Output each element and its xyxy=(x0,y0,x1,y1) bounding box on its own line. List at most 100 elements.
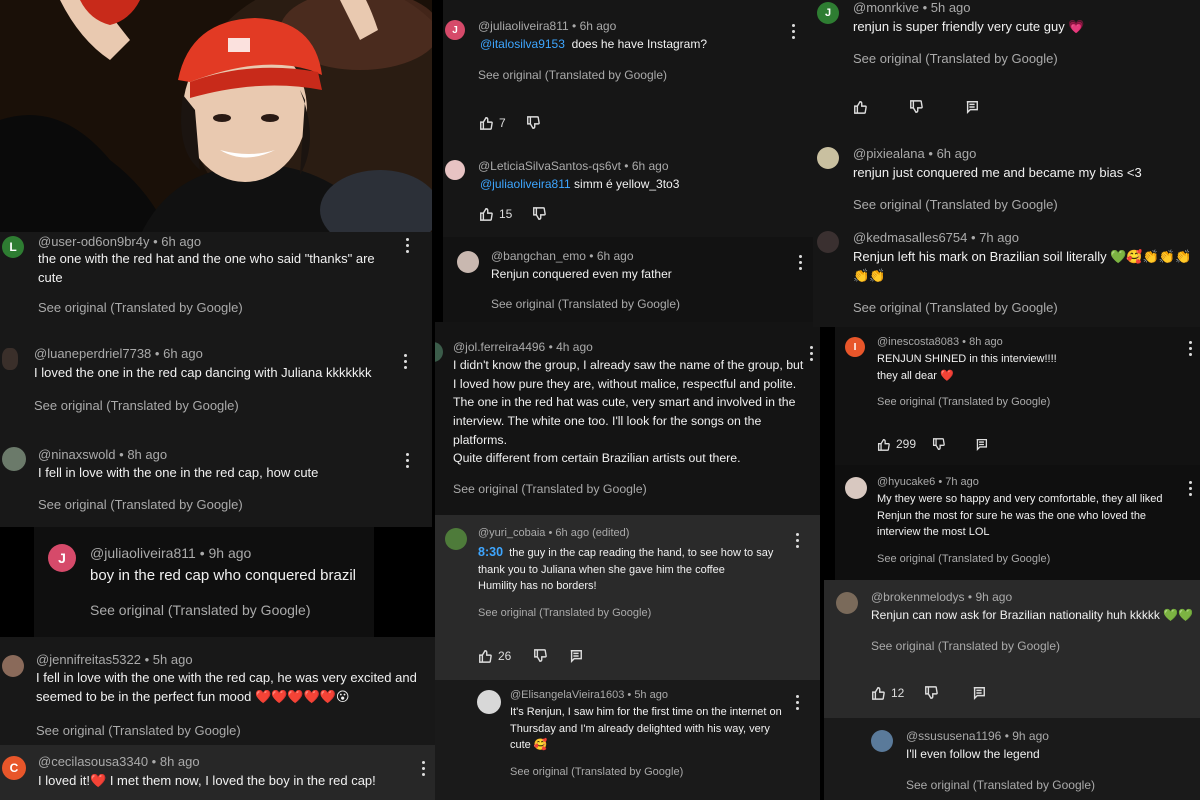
see-original-link[interactable]: See original (Translated by Google) xyxy=(38,497,243,512)
dislike-button[interactable] xyxy=(533,649,548,663)
see-original-link[interactable]: See original (Translated by Google) xyxy=(34,398,239,413)
comment-author[interactable]: @juliaoliveira811 xyxy=(478,19,569,33)
comment-author[interactable]: @luaneperdriel7738 xyxy=(34,346,151,361)
avatar[interactable] xyxy=(871,730,893,752)
avatar[interactable] xyxy=(477,690,501,714)
avatar[interactable]: J xyxy=(817,2,839,24)
see-original-link[interactable]: See original (Translated by Google) xyxy=(877,396,1050,408)
dislike-button[interactable] xyxy=(924,686,939,700)
like-button[interactable]: 299 xyxy=(877,437,916,451)
see-original-link[interactable]: See original (Translated by Google) xyxy=(36,723,241,738)
avatar[interactable] xyxy=(845,477,867,499)
comment-time[interactable]: 8h ago xyxy=(160,754,200,769)
reply-button[interactable] xyxy=(965,100,979,114)
more-options-icon[interactable] xyxy=(1187,341,1193,356)
dislike-button[interactable] xyxy=(909,100,923,114)
comment-time[interactable]: 5h ago xyxy=(153,652,193,667)
comment-author[interactable]: @ssususena1196 xyxy=(906,729,1001,743)
comment-author[interactable]: @inescosta8083 xyxy=(877,336,959,348)
comment-author[interactable]: @brokenmelodys xyxy=(871,590,965,604)
see-original-link[interactable]: See original (Translated by Google) xyxy=(491,297,680,311)
comment-author[interactable]: @kedmasalles6754 xyxy=(853,230,967,245)
more-options-icon[interactable] xyxy=(790,24,796,39)
comment-time[interactable]: 5h ago xyxy=(931,0,971,15)
comment-time[interactable]: 6h ago xyxy=(580,19,617,33)
see-original-link[interactable]: See original (Translated by Google) xyxy=(478,68,667,82)
comment-author[interactable]: @user-od6on9br4y xyxy=(38,234,149,249)
comment-author[interactable]: @juliaoliveira811 xyxy=(90,545,196,561)
comment-author[interactable]: @jol.ferreira4496 xyxy=(453,340,545,354)
avatar[interactable]: J xyxy=(48,544,76,572)
comment-time[interactable]: 9h ago xyxy=(975,590,1012,604)
avatar[interactable]: L xyxy=(2,236,24,258)
comment-time[interactable]: 8h ago xyxy=(127,447,167,462)
avatar[interactable] xyxy=(2,447,26,471)
timestamp-link[interactable]: 8:30 xyxy=(478,545,503,559)
more-options-icon[interactable] xyxy=(404,453,410,468)
avatar[interactable] xyxy=(435,342,443,362)
reply-button[interactable] xyxy=(972,686,986,700)
avatar[interactable] xyxy=(2,655,24,677)
avatar[interactable] xyxy=(457,251,479,273)
more-options-icon[interactable] xyxy=(794,533,800,548)
more-options-icon[interactable] xyxy=(1187,481,1193,496)
comment-author[interactable]: @cecilasousa3340 xyxy=(38,754,148,769)
comment-time[interactable]: 7h ago xyxy=(979,230,1019,245)
see-original-link[interactable]: See original (Translated by Google) xyxy=(853,51,1058,66)
see-original-link[interactable]: See original (Translated by Google) xyxy=(478,607,651,619)
comment-time[interactable]: 6h ago xyxy=(632,159,669,173)
like-button[interactable]: 26 xyxy=(478,649,511,663)
comment-author[interactable]: @ElisangelaVieira1603 xyxy=(510,689,624,701)
comment-author[interactable]: @LeticiaSilvaSantos-qs6vt xyxy=(478,159,621,173)
like-button[interactable]: 12 xyxy=(871,686,904,700)
comment-author[interactable]: @monrkive xyxy=(853,0,919,15)
comment-author[interactable]: @jennifreitas5322 xyxy=(36,652,141,667)
more-options-icon[interactable] xyxy=(794,695,800,710)
comment-time[interactable]: 6h ago xyxy=(937,146,977,161)
comment-time[interactable]: 4h ago xyxy=(556,340,593,354)
more-options-icon[interactable] xyxy=(420,761,426,776)
comment-time[interactable]: 6h ago xyxy=(161,234,201,249)
like-button[interactable]: 7 xyxy=(479,116,506,130)
comment-time[interactable]: 6h ago (edited) xyxy=(555,527,629,539)
see-original-link[interactable]: See original (Translated by Google) xyxy=(510,766,683,778)
comment-author[interactable]: @yuri_cobaia xyxy=(478,527,545,539)
avatar[interactable] xyxy=(445,160,465,180)
see-original-link[interactable]: See original (Translated by Google) xyxy=(853,197,1058,212)
comment-time[interactable]: 6h ago xyxy=(163,346,203,361)
comment-time[interactable]: 7h ago xyxy=(945,476,979,488)
comment-author[interactable]: @pixiealana xyxy=(853,146,925,161)
comment-author[interactable]: @hyucake6 xyxy=(877,476,935,488)
avatar[interactable] xyxy=(817,147,839,169)
avatar[interactable] xyxy=(445,528,467,550)
dislike-button[interactable] xyxy=(932,437,945,451)
mention-link[interactable]: @italosilva9153 xyxy=(480,37,565,51)
see-original-link[interactable]: See original (Translated by Google) xyxy=(453,482,647,496)
mention-link[interactable]: @juliaoliveira811 xyxy=(480,177,571,191)
like-button[interactable]: 15 xyxy=(479,207,512,221)
see-original-link[interactable]: See original (Translated by Google) xyxy=(90,602,311,618)
avatar[interactable] xyxy=(817,231,839,253)
avatar[interactable] xyxy=(2,348,18,370)
avatar[interactable]: J xyxy=(445,20,465,40)
comment-author[interactable]: @bangchan_emo xyxy=(491,249,586,263)
comment-time[interactable]: 9h ago xyxy=(208,545,251,561)
avatar[interactable]: C xyxy=(2,756,26,780)
reply-button[interactable] xyxy=(569,649,583,663)
see-original-link[interactable]: See original (Translated by Google) xyxy=(853,300,1058,315)
comment-time[interactable]: 8h ago xyxy=(969,336,1003,348)
comment-time[interactable]: 9h ago xyxy=(1012,729,1049,743)
like-button[interactable] xyxy=(853,100,867,114)
avatar[interactable]: I xyxy=(845,337,865,357)
comment-time[interactable]: 5h ago xyxy=(634,689,668,701)
see-original-link[interactable]: See original (Translated by Google) xyxy=(871,639,1060,653)
comment-time[interactable]: 6h ago xyxy=(597,249,634,263)
see-original-link[interactable]: See original (Translated by Google) xyxy=(906,778,1095,792)
reply-button[interactable] xyxy=(975,438,988,451)
comment-author[interactable]: @ninaxswold xyxy=(38,447,116,462)
dislike-button[interactable] xyxy=(526,116,540,130)
more-options-icon[interactable] xyxy=(402,354,408,369)
see-original-link[interactable]: See original (Translated by Google) xyxy=(877,553,1050,565)
more-options-icon[interactable] xyxy=(797,255,803,270)
more-options-icon[interactable] xyxy=(808,346,814,361)
